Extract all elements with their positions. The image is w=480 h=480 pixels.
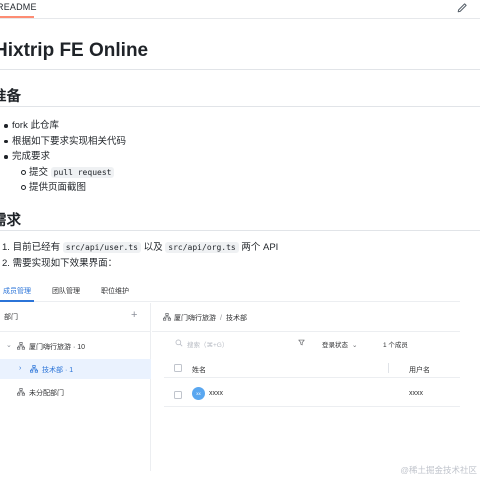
cell-username: xxxx xyxy=(409,390,423,397)
item-text: 需要实现如下效果界面： xyxy=(12,257,118,269)
watermark: @稀土掘金技术社区 xyxy=(400,465,477,475)
pencil-icon[interactable] xyxy=(456,2,468,14)
breadcrumb-current: 技术部 xyxy=(225,315,247,322)
section-divider xyxy=(0,106,480,107)
tab-teams[interactable]: 团队管理 xyxy=(52,286,80,296)
breadcrumb-root[interactable]: 厦门嗨行旅游 xyxy=(174,315,216,322)
plus-icon[interactable]: + xyxy=(131,310,137,321)
section-divider xyxy=(0,230,480,231)
tree-item-label: 技术部 · 1 xyxy=(42,367,74,374)
item-text: 目前已经有 xyxy=(12,242,61,253)
cell-name: xxxx xyxy=(209,390,223,397)
avatar: xx xyxy=(192,387,205,400)
list-item-text: 完成要求 xyxy=(12,151,51,163)
list-item: 完成要求 xyxy=(4,149,126,165)
bullet-circle xyxy=(21,185,26,191)
item-text: 两个 API xyxy=(241,242,279,253)
sub-list-item: 提供页面截图 xyxy=(12,180,126,196)
section-prepare-heading: 准备 xyxy=(0,89,21,105)
member-panel: 厦门嗨行旅游 / 技术部 搜索（⌘+G） 登录状态 ⌄ 1 个成员 姓名 用户名 xx xyxy=(152,303,460,471)
column-divider[interactable] xyxy=(388,363,389,373)
org-tree-icon xyxy=(163,313,171,321)
row-checkbox[interactable] xyxy=(174,391,182,399)
page-title: Hixtrip FE Online xyxy=(0,40,149,61)
table-row[interactable]: xx xxxx xxxx xyxy=(164,383,460,407)
filter-icon[interactable] xyxy=(298,339,305,346)
bullet-dot xyxy=(4,124,8,128)
tree-item-label: 未分配部门 xyxy=(29,390,64,397)
divider xyxy=(152,331,460,332)
chevron-down-icon: ⌄ xyxy=(352,342,358,349)
section-requirements-heading: 需求 xyxy=(0,213,21,229)
org-tree-icon xyxy=(17,342,25,350)
ordered-item: 2. 需要实现如下效果界面： xyxy=(2,256,278,272)
department-header: 部门 xyxy=(4,314,18,321)
chevron-right-icon[interactable]: › xyxy=(19,365,21,372)
search-placeholder: 搜索（⌘+G） xyxy=(187,342,229,349)
tree-item-tech[interactable]: › 技术部 · 1 xyxy=(0,359,151,379)
login-status-label: 登录状态 xyxy=(322,342,348,349)
readme-tab[interactable]: README xyxy=(0,2,37,12)
member-count: 1 个成员 xyxy=(383,342,408,349)
org-tree-icon xyxy=(17,388,25,396)
breadcrumb-separator: / xyxy=(220,315,222,322)
org-tree-icon xyxy=(30,365,38,373)
column-header-name[interactable]: 姓名 xyxy=(192,365,206,375)
active-tab-indicator xyxy=(0,300,34,302)
item-number: 1. xyxy=(2,242,10,253)
department-panel: 部门 + ⌄ 厦门嗨行旅游 · 10 › 技术部 · 1 未分配部门 xyxy=(0,303,151,471)
item-number: 2. xyxy=(2,257,10,269)
search-input[interactable]: 搜索（⌘+G） xyxy=(175,336,305,350)
list-item-text: 提供页面截图 xyxy=(29,182,87,194)
item-text: 以及 xyxy=(143,242,163,253)
bullet-dot xyxy=(4,139,8,144)
list-item: fork 此仓库 xyxy=(4,118,126,134)
list-item-text: fork 此仓库 xyxy=(12,120,59,131)
prepare-list: fork 此仓库 根据如下要求实现相关代码 完成要求 提交 pull reque… xyxy=(4,118,127,196)
column-header-username[interactable]: 用户名 xyxy=(409,365,430,375)
login-status-select[interactable]: 登录状态 ⌄ xyxy=(322,339,357,349)
readme-tab-underline xyxy=(0,16,34,18)
breadcrumb: 厦门嗨行旅游 / 技术部 xyxy=(163,312,247,323)
demo-tab-bar: 成员管理 团队管理 职位维护 xyxy=(0,281,460,302)
list-item-text: 提交 xyxy=(29,166,49,178)
search-icon xyxy=(175,339,183,347)
tree-item-unassigned[interactable]: 未分配部门 xyxy=(0,382,151,402)
title-divider xyxy=(0,69,480,70)
sub-list-item: 提交 pull request xyxy=(12,165,126,181)
divider xyxy=(0,331,151,332)
tab-positions[interactable]: 职位维护 xyxy=(101,286,129,296)
tree-item-label: 厦门嗨行旅游 · 10 xyxy=(29,344,86,351)
inline-code: src/api/user.ts xyxy=(62,242,141,253)
inline-code: src/api/org.ts xyxy=(165,242,239,253)
demo-screenshot: 成员管理 团队管理 职位维护 部门 + ⌄ 厦门嗨行旅游 · 10 › 技术部 … xyxy=(0,281,460,471)
table-header: 姓名 用户名 xyxy=(164,358,460,378)
list-item-text: 根据如下要求实现相关代码 xyxy=(12,135,127,147)
list-item: 根据如下要求实现相关代码 xyxy=(4,134,127,150)
bullet-dot xyxy=(4,155,8,159)
ordered-item: 1. 目前已经有 src/api/user.ts 以及 src/api/org.… xyxy=(2,240,278,256)
tab-members[interactable]: 成员管理 xyxy=(3,286,31,296)
inline-code: pull request xyxy=(50,166,115,178)
bullet-circle xyxy=(21,169,26,175)
requirements-list: 1. 目前已经有 src/api/user.ts 以及 src/api/org.… xyxy=(2,240,278,271)
tree-item-root[interactable]: ⌄ 厦门嗨行旅游 · 10 xyxy=(0,336,151,356)
select-all-checkbox[interactable] xyxy=(174,364,182,372)
readme-header: README xyxy=(0,0,480,19)
chevron-down-icon[interactable]: ⌄ xyxy=(6,342,12,349)
